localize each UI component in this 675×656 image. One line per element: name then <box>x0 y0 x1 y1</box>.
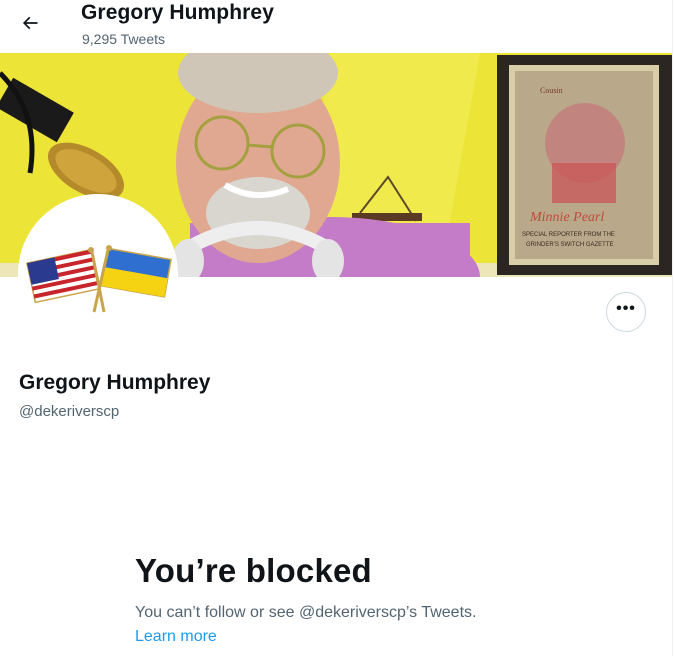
back-button[interactable] <box>14 7 46 39</box>
header-tweet-count: 9,295 Tweets <box>82 31 166 47</box>
poster-text-line-2: Minnie Pearl <box>529 210 604 225</box>
profile-header-bar: Gregory Humphrey 9,295 Tweets <box>0 0 672 53</box>
column-divider <box>672 0 673 656</box>
poster-text-line-1: Cousin <box>540 86 563 95</box>
blocked-description: You can’t follow or see @dekeriverscp’s … <box>135 604 477 621</box>
profile-handle: @dekeriverscp <box>19 403 120 420</box>
profile-name: Gregory Humphrey <box>19 371 211 394</box>
header-profile-name: Gregory Humphrey <box>81 1 274 24</box>
more-options-icon: ••• <box>616 300 636 317</box>
poster-text-line-3: SPECIAL REPORTER FROM THE <box>522 232 615 238</box>
arrow-left-icon <box>22 16 38 30</box>
profile-avatar[interactable] <box>18 194 178 354</box>
learn-more-link[interactable]: Learn more <box>135 628 217 646</box>
poster-text-line-4: GRINDER'S SWITCH GAZETTE <box>526 242 613 248</box>
more-options-button[interactable]: ••• <box>606 292 646 332</box>
blocked-title: You’re blocked <box>135 552 372 589</box>
